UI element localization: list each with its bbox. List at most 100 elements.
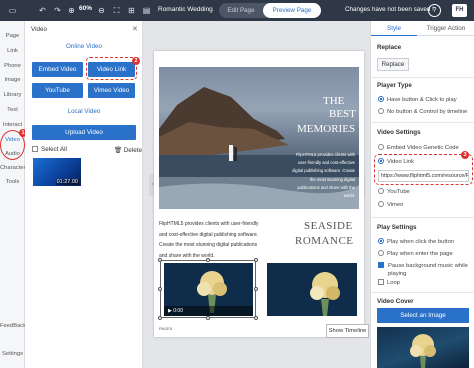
edit-page-button[interactable]: Edit Page [219,3,263,18]
step-badge-3: 3 [461,151,469,159]
romance-heading: ROMANCE [295,235,354,247]
checkbox-icon[interactable] [378,279,384,285]
panel-title: Video [31,26,47,33]
page-body-text: FlipHTML5 provides clients with user-fri… [159,221,259,259]
top-toolbar: ▭ ↶ ↷ ⊕ 60% ⊖ ⛶ ⊞ ▤ Romantic Wedding Edi… [0,0,474,21]
undo-icon[interactable]: ↶ [36,4,49,17]
player-type-heading: Player Type [377,82,412,89]
checkbox-icon[interactable] [32,146,38,152]
play-enter-option[interactable]: Play when enter the page [378,250,453,257]
save-icon[interactable]: ▭ [6,4,19,17]
pause-music-checkbox[interactable] [378,262,387,269]
radio-selected-icon[interactable] [378,238,384,244]
video-panel: Video ✕ Online Video Embed Video Video L… [25,21,143,368]
video-link-option[interactable]: Video Link [378,158,414,165]
delete-button[interactable]: 🗑 Delete [114,146,142,154]
nav-tools[interactable]: Tools [0,179,25,185]
online-video-heading: Online Video [66,43,102,50]
tab-style[interactable]: Style [371,21,417,36]
hero-photo: THE BEST MEMORIES FlipHTML5 provides cli… [159,67,359,209]
cover-bouquet-image [410,334,436,368]
video-thumbnail[interactable]: 01:27.00 [33,158,81,186]
video-link-highlight [86,57,137,80]
tab-trigger-action[interactable]: Trigger Action [417,21,474,36]
resize-handle[interactable] [206,316,210,320]
preview-page-button[interactable]: Preview Page [263,3,321,18]
radio-icon[interactable] [378,108,384,114]
bouquet-image-2 [310,272,340,316]
pause-music-label: Pause background music while playing [388,263,468,277]
video-embed-label: Embed Video Genetic Code [387,145,459,151]
radio-icon[interactable] [378,201,384,207]
radio-icon[interactable] [378,250,384,256]
zoom-out-icon[interactable]: ⊖ [95,4,108,17]
upload-video-button[interactable]: Upload Video [32,125,136,140]
left-nav: Page Link Phone Image Library Text Inter… [0,21,26,368]
resize-handle[interactable] [158,258,162,262]
select-all-label: Select All [41,146,67,153]
properties-panel: Style Trigger Action Replace Replace Pla… [370,21,474,368]
resize-handle[interactable] [158,316,162,320]
show-timeline-button[interactable]: Show Timeline [326,324,369,338]
loop-label: Loop [387,280,400,286]
zoom-in-icon[interactable]: ⊕ [65,4,78,17]
layers-icon[interactable]: ▤ [140,4,153,17]
help-icon[interactable]: ? [428,4,441,17]
close-icon[interactable]: ✕ [132,25,138,33]
grid-icon[interactable]: ⊞ [125,4,138,17]
video-settings-heading: Video Settings [377,129,421,136]
nav-link[interactable]: Link [0,48,25,54]
youtube-button[interactable]: YouTube [32,83,83,98]
resize-handle[interactable] [254,316,258,320]
replace-button[interactable]: Replace [377,58,409,71]
local-video-heading: Local Video [67,108,101,115]
video-cover-preview [377,327,469,368]
resize-handle[interactable] [158,287,162,291]
hero-title-line-3: MEMORIES [297,123,356,135]
resize-handle[interactable] [206,258,210,262]
vimeo-video-button[interactable]: Vimeo Video [88,83,135,98]
select-all-checkbox[interactable]: Select All [32,146,67,153]
play-click-option[interactable]: Play when click the button [378,238,454,245]
divider [371,292,474,293]
nav-character[interactable]: Character [0,165,25,171]
page-number: PAGE5 [159,326,173,331]
vimeo-option[interactable]: Vimeo [378,201,403,208]
youtube-option[interactable]: YouTube [378,188,410,195]
radio-icon[interactable] [378,144,384,150]
redo-icon[interactable]: ↷ [51,4,64,17]
embed-video-button[interactable]: Embed Video [32,62,83,77]
select-image-button[interactable]: Select an Image [377,308,469,323]
nav-text[interactable]: Text [0,107,25,113]
video-link-label: Video Link [387,159,414,165]
play-settings-heading: Play Settings [377,224,417,231]
nav-settings[interactable]: Settings [0,351,25,357]
nav-image[interactable]: Image [0,77,25,83]
fit-screen-icon[interactable]: ⛶ [110,4,123,17]
radio-selected-icon[interactable] [378,96,384,102]
loop-checkbox[interactable]: Loop [378,279,400,286]
video-link-input[interactable]: https://www.fliphtml5.com/resource/FI [378,170,469,182]
checkbox-checked-icon[interactable] [378,262,384,268]
player-option-button-label: Have button & Click to play [387,97,457,103]
nav-feedback[interactable]: FeedBack [0,323,26,329]
video-selection-box[interactable] [158,258,258,320]
hero-title-line-1: THE [323,95,345,107]
video-element-2[interactable] [267,263,357,316]
radio-icon[interactable] [378,188,384,194]
video-duration: 01:27.00 [55,179,79,185]
nav-phone[interactable]: Phone [0,63,25,69]
resize-handle[interactable] [254,258,258,262]
nav-library[interactable]: Library [0,92,25,98]
resize-handle[interactable] [254,287,258,291]
radio-selected-icon[interactable] [378,158,384,164]
player-option-button[interactable]: Have button & Click to play [378,96,457,103]
divider [371,217,474,218]
nav-interact[interactable]: Interact [0,122,25,128]
video-embed-option[interactable]: Embed Video Genetic Code [378,144,459,151]
hero-body-text: FlipHTML5 provides clients with user-fri… [292,152,355,199]
player-option-timeline-label: No button & Control by timeline [387,109,468,115]
youtube-label: YouTube [387,189,410,195]
player-option-timeline[interactable]: No button & Control by timeline [378,108,467,115]
nav-page[interactable]: Page [0,33,25,39]
